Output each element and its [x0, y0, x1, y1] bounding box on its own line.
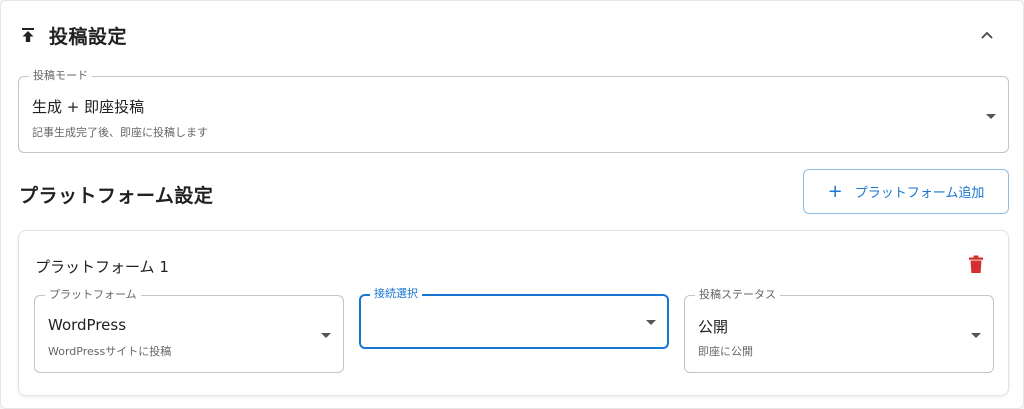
- posting-settings-panel: 投稿設定 投稿モード 生成 + 即座投稿 記事生成完了後、即座に投稿します プラ…: [0, 0, 1024, 409]
- posting-mode-value: 生成 + 即座投稿: [32, 98, 145, 116]
- dropdown-arrow-icon: [646, 320, 656, 325]
- add-platform-button[interactable]: + プラットフォーム追加: [803, 169, 1009, 214]
- dropdown-arrow-icon: [321, 333, 331, 338]
- posting-mode-label: 投稿モード: [29, 69, 92, 83]
- platform-card: プラットフォーム 1 プラットフォーム WordPress WordPressサ…: [18, 230, 1009, 396]
- post-status-select[interactable]: 投稿ステータス 公開 即座に公開: [684, 288, 994, 373]
- dropdown-arrow-icon: [971, 333, 981, 338]
- posting-mode-description: 記事生成完了後、即座に投稿します: [32, 126, 208, 139]
- connection-label: 接続選択: [370, 287, 422, 301]
- platform-description: WordPressサイトに投稿: [48, 345, 172, 358]
- platform-settings-title: プラットフォーム設定: [19, 185, 214, 207]
- chevron-up-icon[interactable]: [975, 23, 999, 47]
- posting-settings-title: 投稿設定: [49, 25, 128, 48]
- posting-settings-header[interactable]: 投稿設定: [19, 19, 1005, 51]
- connection-select[interactable]: 接続選択: [359, 287, 669, 349]
- dropdown-arrow-icon: [986, 114, 996, 119]
- platform-select[interactable]: プラットフォーム WordPress WordPressサイトに投稿: [34, 288, 344, 373]
- post-status-value: 公開: [698, 318, 729, 336]
- platform-label: プラットフォーム: [45, 288, 141, 302]
- platform-card-title: プラットフォーム 1: [35, 258, 169, 276]
- platform-value: WordPress: [48, 316, 127, 334]
- add-platform-label: プラットフォーム追加: [854, 186, 985, 201]
- posting-mode-select[interactable]: 投稿モード 生成 + 即座投稿 記事生成完了後、即座に投稿します: [18, 69, 1009, 153]
- post-status-label: 投稿ステータス: [695, 288, 780, 302]
- trash-icon[interactable]: [966, 253, 986, 275]
- post-status-description: 即座に公開: [698, 345, 753, 358]
- plus-icon: +: [827, 180, 843, 202]
- upload-icon: [19, 26, 37, 44]
